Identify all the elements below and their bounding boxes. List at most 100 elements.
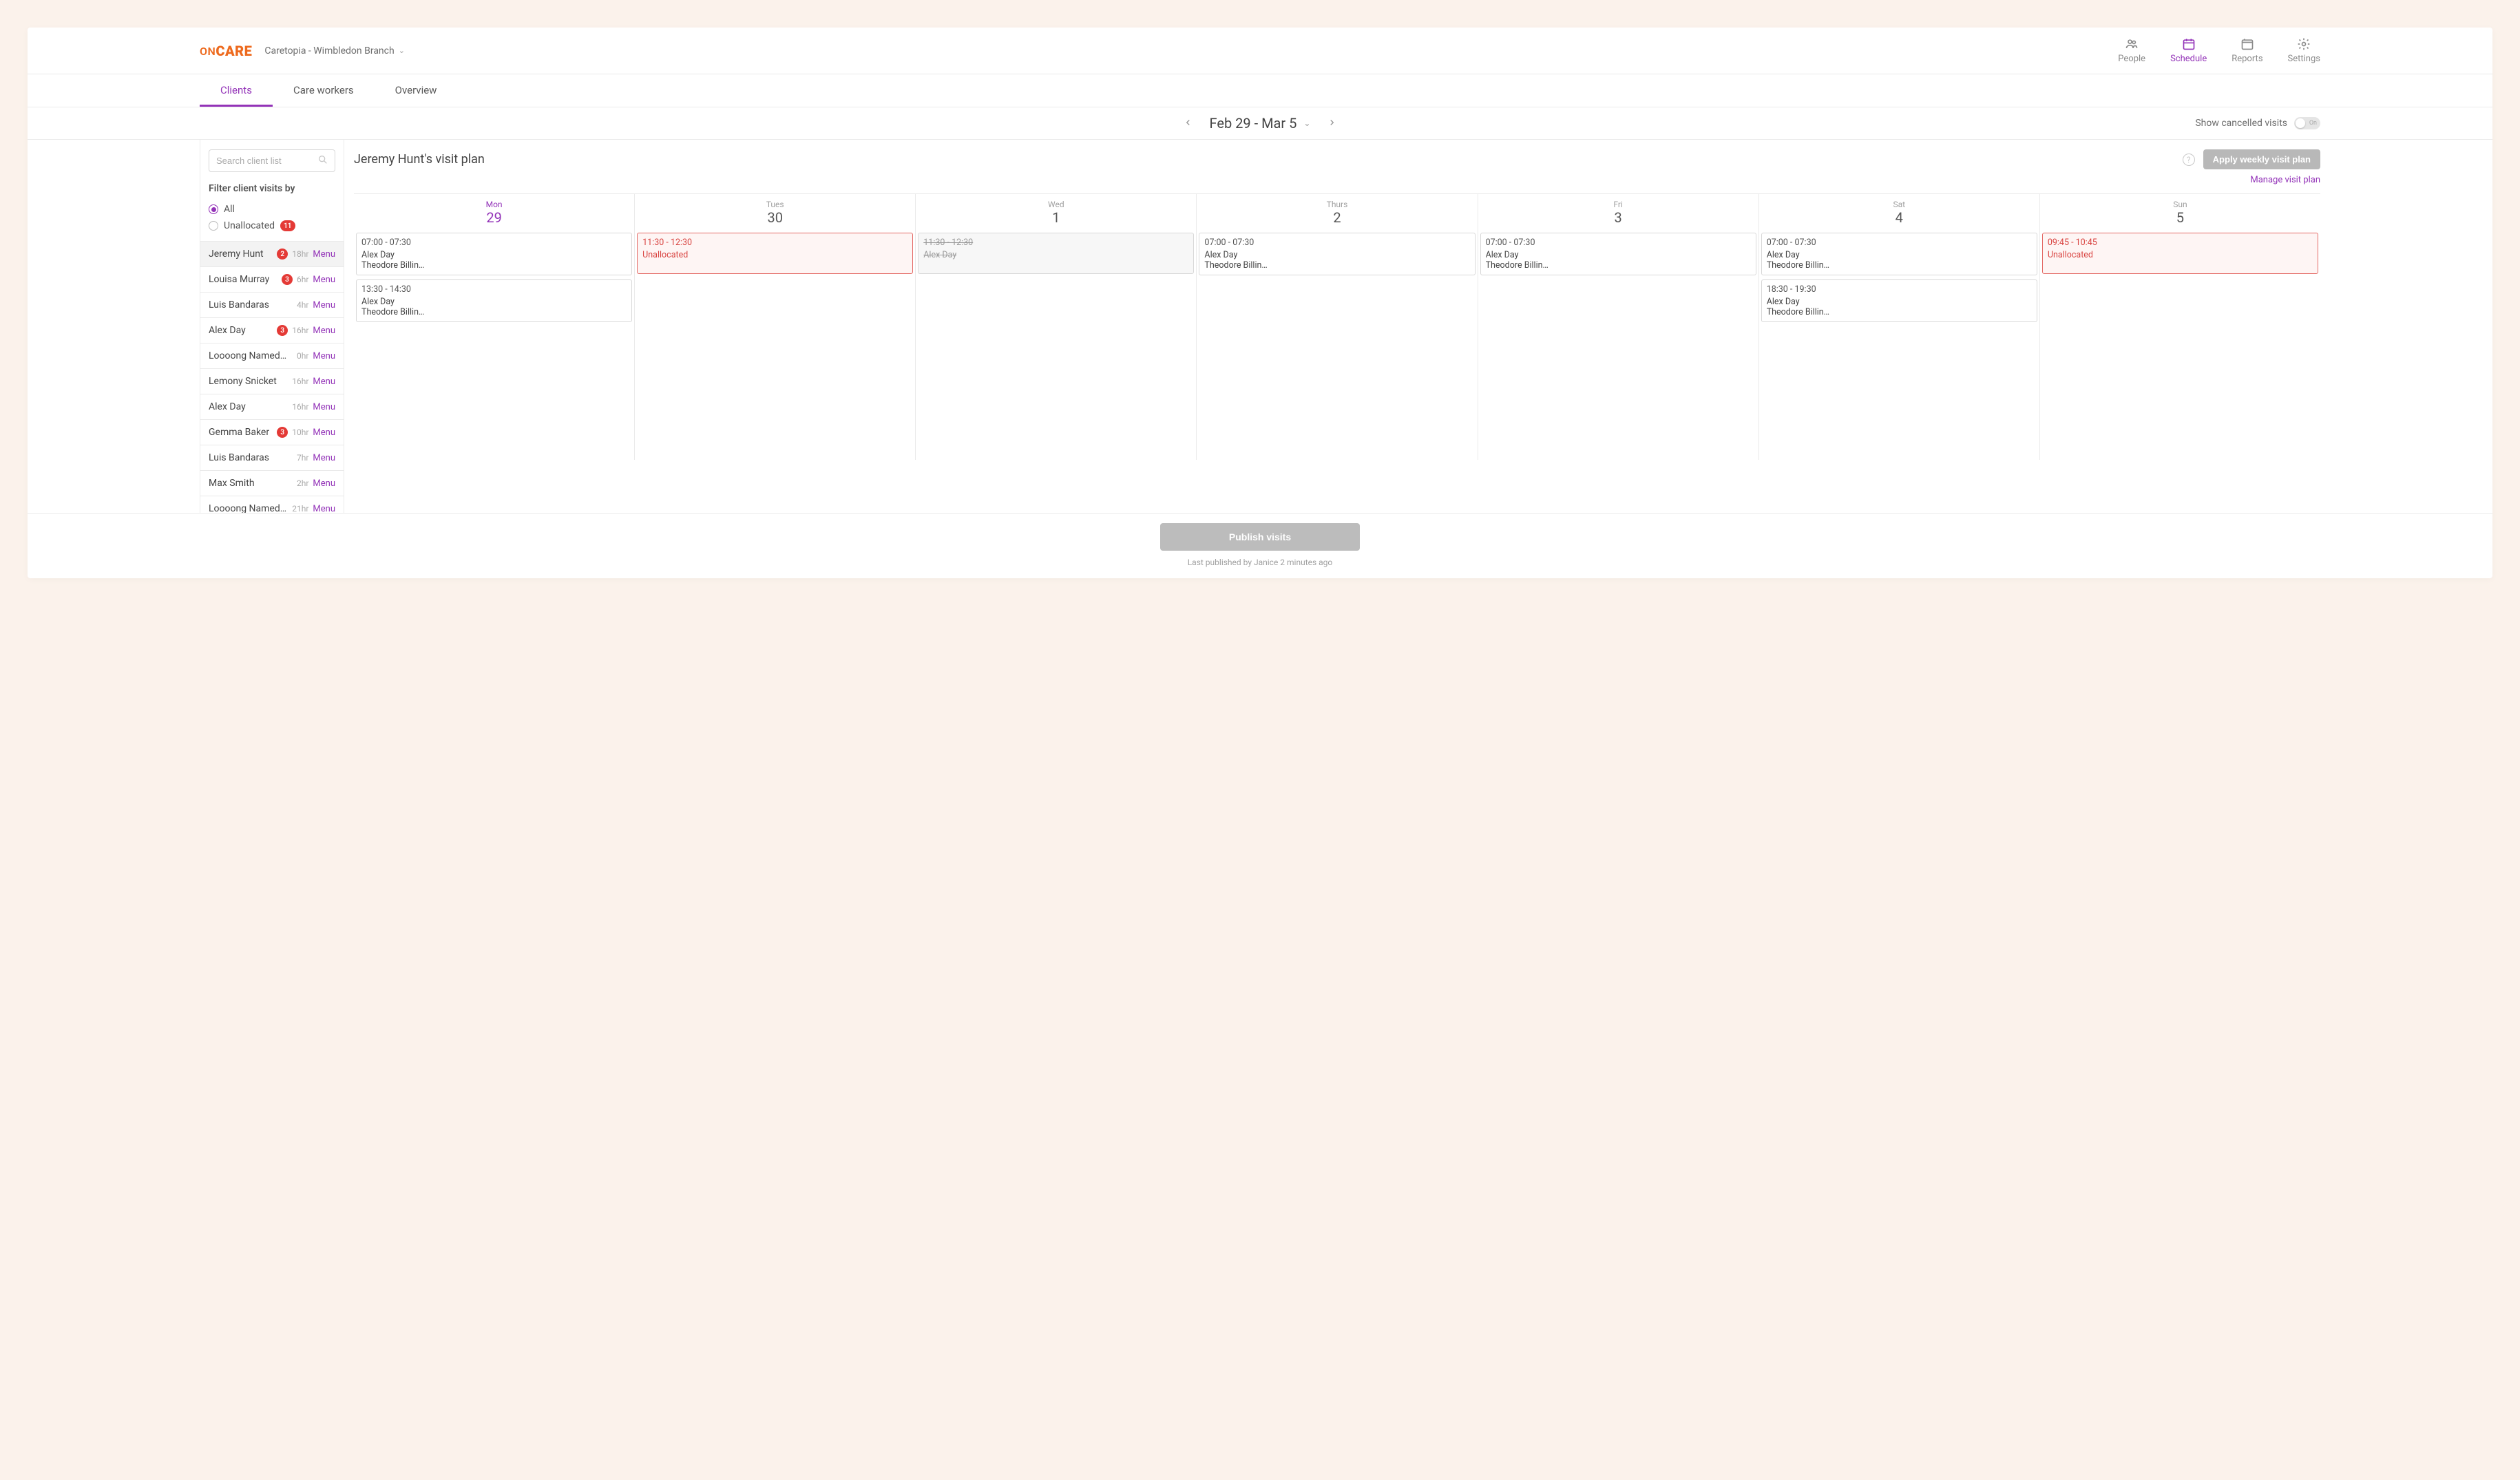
header: ONCARE Caretopia - Wimbledon Branch ⌄ Pe… [28, 28, 2492, 74]
visit-worker: Unallocated [2048, 250, 2313, 260]
day-column: Thurs2 07:00 - 07:30 Alex DayTheodore Bill… [1197, 194, 1478, 460]
publish-visits-button[interactable]: Publish visits [1160, 523, 1360, 551]
client-name: Loooong Named… [209, 503, 288, 513]
day-header[interactable]: Fri3 [1478, 194, 1758, 233]
branch-selector[interactable]: Caretopia - Wimbledon Branch ⌄ [264, 45, 405, 56]
client-row[interactable]: Louisa Murray36hrMenu [200, 267, 344, 293]
day-column: Sun509:45 - 10:45Unallocated [2040, 194, 2320, 460]
visit-worker: Alex Day [1204, 250, 1469, 260]
visit-card[interactable]: 11:30 - 12:30Alex Day [918, 233, 1194, 274]
visit-card[interactable]: 07:00 - 07:30 Alex DayTheodore Billin… [1199, 233, 1475, 275]
nav-people[interactable]: People [2118, 37, 2145, 64]
nav-schedule-label: Schedule [2170, 54, 2207, 64]
client-row[interactable]: Loooong Named…0hrMenu [200, 343, 344, 369]
visit-time: 07:00 - 07:30 [361, 237, 627, 248]
client-name: Jeremy Hunt [209, 249, 273, 260]
day-of-week: Tues [635, 200, 915, 209]
day-header[interactable]: Tues30 [635, 194, 915, 233]
next-week-button[interactable] [1324, 114, 1339, 134]
day-header[interactable]: Sat4 [1759, 194, 2039, 233]
visit-worker: Alex Day [1767, 297, 2032, 307]
visit-card[interactable]: 18:30 - 19:30Alex DayTheodore Billin… [1761, 279, 2037, 322]
client-menu-link[interactable]: Menu [313, 300, 335, 310]
visit-time: 18:30 - 19:30 [1767, 284, 2032, 295]
client-menu-link[interactable]: Menu [313, 427, 335, 438]
page-title: Jeremy Hunt's visit plan [354, 152, 2183, 167]
visit-worker: Theodore Billin… [1204, 260, 1469, 271]
visit-time: 07:00 - 07:30 [1204, 237, 1469, 248]
day-header[interactable]: Sun5 [2040, 194, 2320, 233]
client-menu-link[interactable]: Menu [313, 351, 335, 361]
day-body: 11:30 - 12:30Unallocated [635, 233, 915, 460]
prev-week-button[interactable] [1181, 114, 1196, 134]
people-icon [2125, 37, 2139, 51]
day-of-week: Thurs [1197, 200, 1477, 209]
day-body: 07:00 - 07:30Alex DayTheodore Billin… [1478, 233, 1758, 460]
nav-schedule[interactable]: Schedule [2170, 37, 2207, 64]
client-row[interactable]: Loooong Named…21hrMenu [200, 496, 344, 513]
show-cancelled-toggle[interactable]: On [2294, 117, 2320, 129]
date-range-button[interactable]: Feb 29 - Mar 5 ⌄ [1210, 115, 1311, 131]
client-hours: 6hr [297, 275, 308, 284]
client-hours: 16hr [292, 377, 308, 386]
client-menu-link[interactable]: Menu [313, 249, 335, 260]
visit-card[interactable]: 13:30 - 14:30Alex DayTheodore Billin… [356, 279, 632, 322]
tab-overview[interactable]: Overview [375, 74, 458, 107]
client-alert-badge: 3 [277, 325, 288, 336]
day-header[interactable]: Wed1 [916, 194, 1196, 233]
visit-card[interactable]: 09:45 - 10:45Unallocated [2042, 233, 2318, 274]
visit-card[interactable]: 07:00 - 07:30Alex DayTheodore Billin… [1480, 233, 1756, 275]
day-header[interactable]: Thurs2 [1197, 194, 1477, 233]
client-menu-link[interactable]: Menu [313, 402, 335, 412]
tab-care-workers[interactable]: Care workers [273, 74, 375, 107]
nav-settings[interactable]: Settings [2288, 37, 2320, 64]
client-row[interactable]: Luis Bandaras4hrMenu [200, 293, 344, 318]
visit-card[interactable]: 07:00 - 07:30Alex DayTheodore Billin… [356, 233, 632, 275]
visit-worker: Theodore Billin… [361, 260, 627, 271]
client-row[interactable]: Jeremy Hunt218hrMenu [200, 242, 344, 267]
client-menu-link[interactable]: Menu [313, 275, 335, 285]
client-menu-link[interactable]: Menu [313, 453, 335, 463]
tab-clients[interactable]: Clients [200, 74, 273, 107]
client-row[interactable]: Luis Bandaras7hrMenu [200, 445, 344, 471]
search-input[interactable] [209, 149, 335, 172]
manage-visit-plan-link[interactable]: Manage visit plan [354, 175, 2320, 185]
day-number: 3 [1478, 209, 1758, 226]
filter-all-radio[interactable]: All [200, 201, 344, 218]
apply-weekly-plan-button[interactable]: Apply weekly visit plan [2203, 149, 2320, 169]
branch-name: Caretopia - Wimbledon Branch [264, 45, 394, 56]
help-icon[interactable]: ? [2183, 154, 2195, 166]
day-body: 11:30 - 12:30Alex Day [916, 233, 1196, 460]
client-row[interactable]: Gemma Baker310hrMenu [200, 420, 344, 445]
day-column: Fri307:00 - 07:30Alex DayTheodore Billin… [1478, 194, 1759, 460]
toggle-state-label: On [2309, 120, 2317, 127]
client-menu-link[interactable]: Menu [313, 478, 335, 489]
visit-card[interactable]: 07:00 - 07:30Alex DayTheodore Billin… [1761, 233, 2037, 275]
day-number: 5 [2040, 209, 2320, 226]
nav-reports[interactable]: Reports [2232, 37, 2262, 64]
client-name: Max Smith [209, 478, 293, 489]
client-list[interactable]: Jeremy Hunt218hrMenuLouisa Murray36hrMen… [200, 241, 344, 513]
client-menu-link[interactable]: Menu [313, 377, 335, 387]
logo: ONCARE [200, 43, 252, 59]
client-row[interactable]: Alex Day316hrMenu [200, 318, 344, 343]
day-body: 09:45 - 10:45Unallocated [2040, 233, 2320, 460]
filter-unallocated-radio[interactable]: Unallocated 11 [200, 218, 344, 234]
client-menu-link[interactable]: Menu [313, 326, 335, 336]
client-hours: 2hr [297, 478, 308, 488]
visit-time: 13:30 - 14:30 [361, 284, 627, 295]
calendar-icon [2182, 37, 2196, 51]
visit-card[interactable]: 11:30 - 12:30Unallocated [637, 233, 913, 274]
radio-icon [209, 204, 218, 214]
visit-plan-panel: Jeremy Hunt's visit plan ? Apply weekly … [344, 140, 2492, 513]
client-hours: 18hr [292, 249, 308, 259]
day-header[interactable]: Mon29 [354, 194, 634, 233]
client-row[interactable]: Alex Day16hrMenu [200, 394, 344, 420]
client-menu-link[interactable]: Menu [313, 504, 335, 514]
day-number: 29 [354, 209, 634, 226]
visit-worker: Alex Day [361, 297, 627, 307]
client-row[interactable]: Lemony Snicket16hrMenu [200, 369, 344, 394]
day-of-week: Sun [2040, 200, 2320, 209]
body: Filter client visits by All Unallocated … [28, 140, 2492, 513]
client-row[interactable]: Max Smith 2hr Menu [200, 471, 344, 496]
